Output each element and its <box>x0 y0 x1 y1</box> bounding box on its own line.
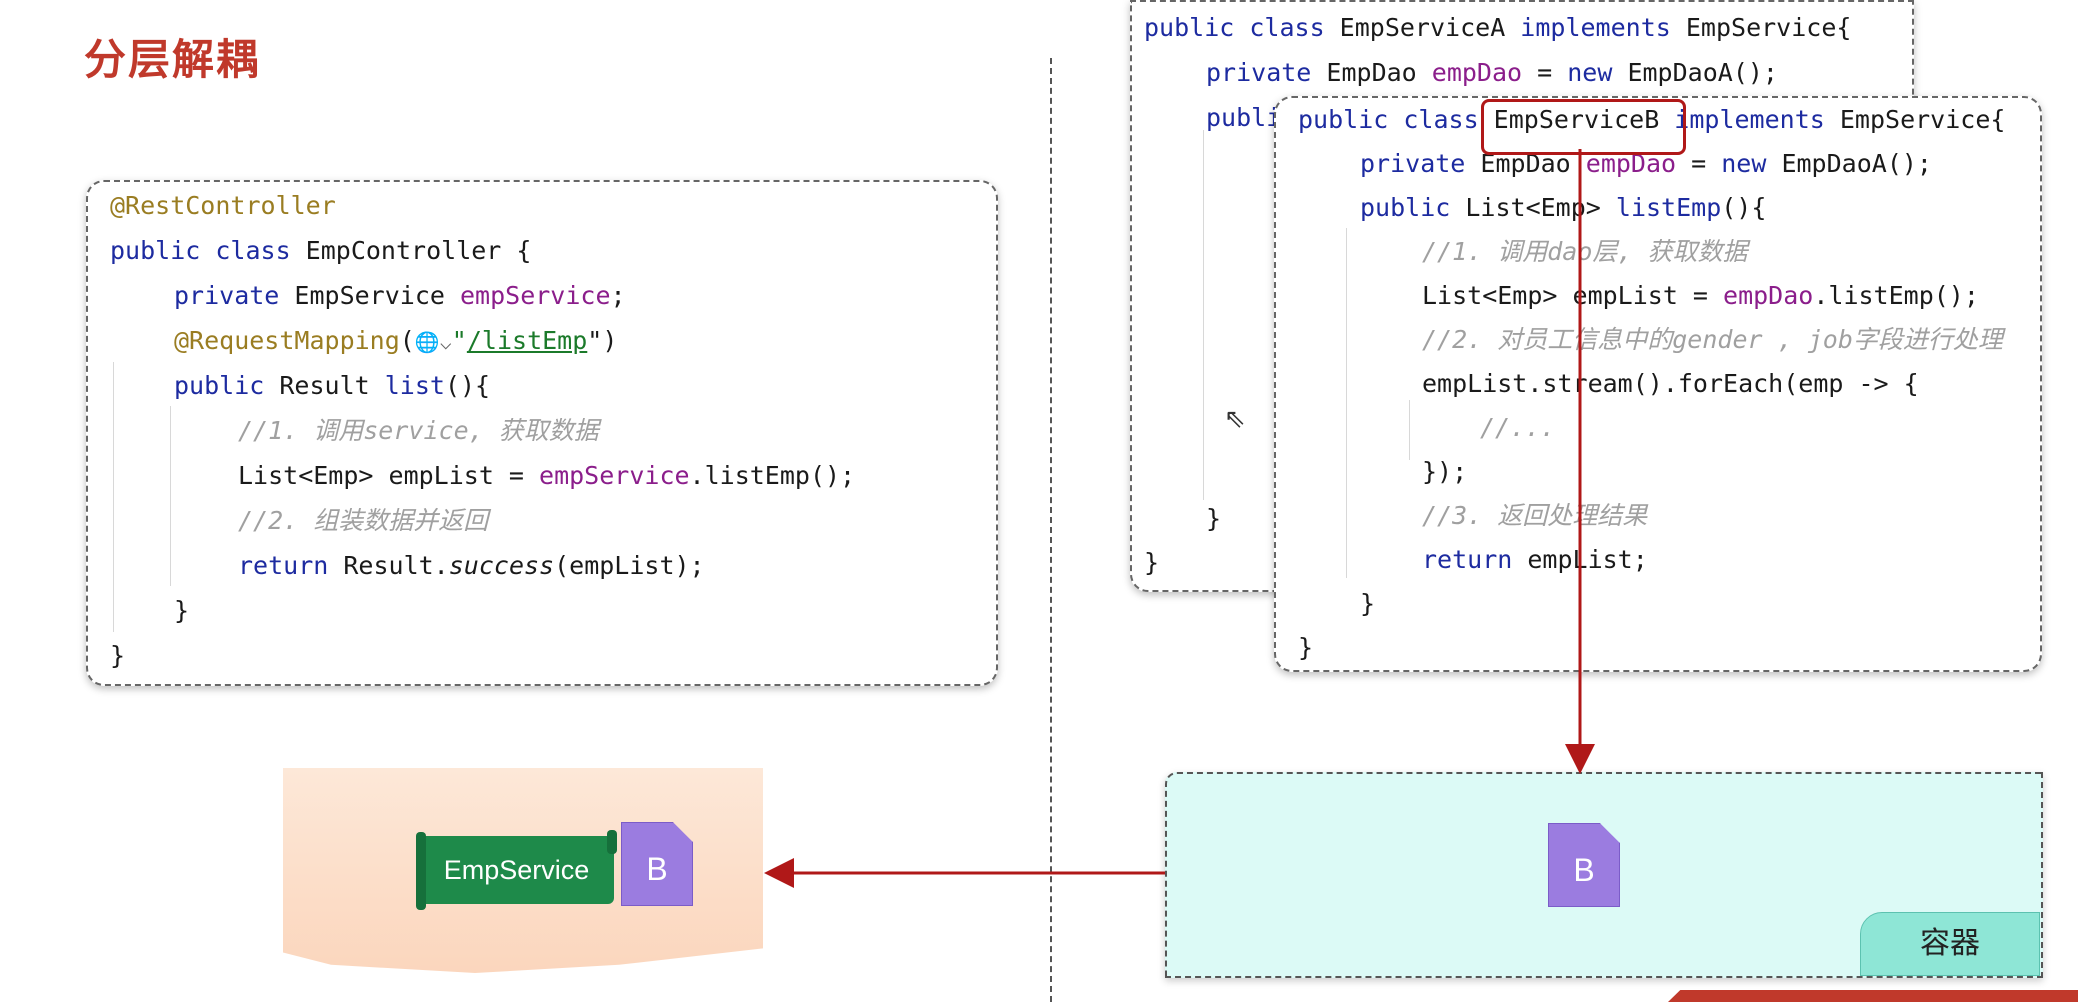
bean-b-icon-left: B <box>621 822 693 906</box>
code-comment: //1. 调用dao层, 获取数据 <box>1422 237 1748 266</box>
indent-guide <box>1346 228 1347 578</box>
service-b-code-box: public class EmpServiceB implements EmpS… <box>1274 96 2042 672</box>
container-label: 容器 <box>1860 912 2040 976</box>
code-line: List<Emp> empList = empDao.listEmp(); <box>1422 281 1979 310</box>
class-name-highlight <box>1481 99 1686 155</box>
code-line: public List<Emp> listEmp(){ <box>1360 193 1767 222</box>
corner-red-bar <box>1668 990 2078 1002</box>
indent-guide <box>170 406 171 586</box>
code-comment: //2. 对员工信息中的gender , job字段进行处理 <box>1422 325 2003 354</box>
code-line: return Result.success(empList); <box>238 551 705 580</box>
code-comment: //3. 返回处理结果 <box>1422 501 1648 530</box>
indent-guide <box>1409 400 1410 460</box>
code-line: @RequestMapping(🌐⌵"/listEmp") <box>174 326 618 355</box>
code-line: } <box>110 641 126 670</box>
indent-guide <box>113 362 114 632</box>
globe-icon: 🌐⌵ <box>414 330 452 354</box>
code-line: public class EmpServiceA implements EmpS… <box>1144 13 1852 42</box>
bean-b-icon-right: B <box>1548 823 1620 907</box>
code-line: return empList; <box>1422 545 1648 574</box>
injection-field-tag: EmpService <box>416 830 617 910</box>
code-comment: //1. 调用service, 获取数据 <box>238 416 599 445</box>
code-line: private EmpDao empDao = new EmpDaoA(); <box>1206 58 1778 87</box>
code-line: private EmpService empService; <box>174 281 626 310</box>
center-divider <box>1050 58 1052 1002</box>
page-title: 分层解耦 <box>84 35 261 84</box>
code-comment: //2. 组装数据并返回 <box>238 506 489 535</box>
code-line: publi <box>1206 103 1282 132</box>
code-line: } <box>1144 548 1160 577</box>
code-line: @RestController <box>110 191 336 220</box>
code-comment: //... <box>1480 413 1556 442</box>
code-line: public class EmpController { <box>110 236 532 265</box>
code-line: List<Emp> empList = empService.listEmp()… <box>238 461 856 490</box>
code-line: } <box>1360 589 1376 618</box>
mouse-cursor-icon: ⇖ <box>1224 404 1246 434</box>
code-line: }); <box>1422 457 1468 486</box>
code-line: } <box>174 596 190 625</box>
code-line: } <box>1206 504 1222 533</box>
controller-code-box: @RestController public class EmpControll… <box>86 180 998 686</box>
indent-guide <box>1203 130 1204 500</box>
code-line: public Result list(){ <box>174 371 491 400</box>
code-line: } <box>1298 633 1314 662</box>
code-line: empList.stream().forEach(emp -> { <box>1422 369 1919 398</box>
